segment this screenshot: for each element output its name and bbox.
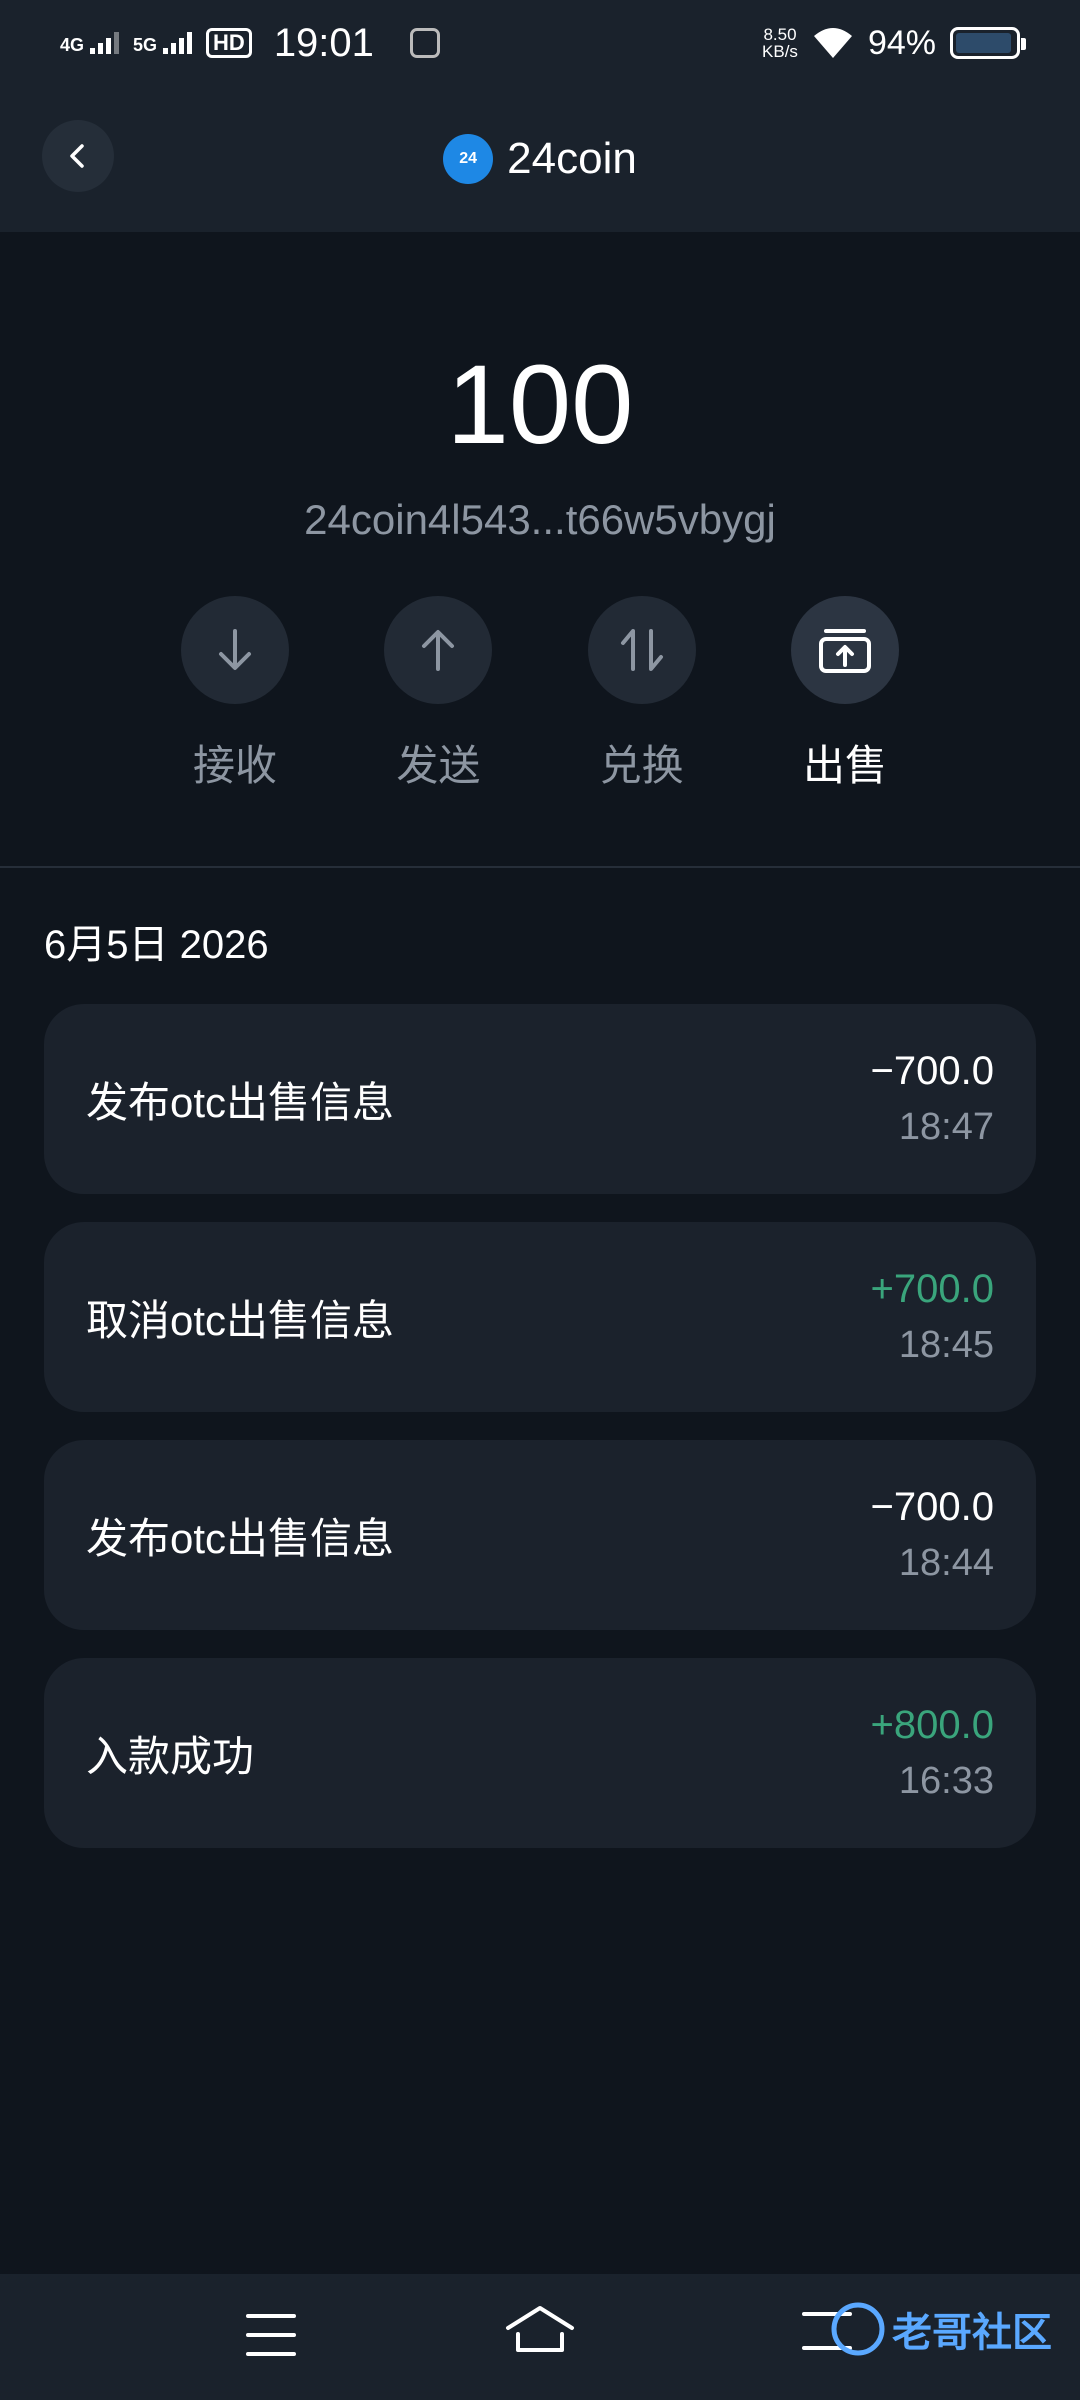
network-label-4g: 4G	[60, 35, 85, 55]
transaction-time: 16:33	[898, 1760, 994, 1802]
battery-percent: 94%	[867, 23, 936, 62]
transaction-item[interactable]: 入款成功 +800.0 16:33	[44, 1658, 1036, 1848]
sell-button[interactable]: 出售	[790, 596, 900, 793]
page-title: 24coin	[507, 134, 637, 183]
dragon-logo-icon	[831, 2302, 885, 2356]
notification-app-icon	[409, 28, 440, 58]
signal-bars-icon	[163, 32, 193, 54]
home-icon[interactable]	[504, 2304, 576, 2356]
swap-label: 兑换	[599, 742, 684, 789]
coin-logo-text: 24	[459, 150, 478, 167]
coin-logo-icon: 24	[443, 134, 494, 184]
arrow-up-icon	[422, 630, 455, 671]
transaction-meta: −700.0 18:44	[871, 1485, 994, 1585]
transaction-title: 发布otc出售信息	[86, 1078, 395, 1126]
hd-voice-badge: HD	[206, 28, 252, 58]
network-speed-value: 8.50	[763, 25, 797, 44]
transaction-amount: +700.0	[870, 1267, 994, 1311]
transaction-amount: −700.0	[870, 1049, 994, 1093]
receive-button[interactable]: 接收	[180, 596, 290, 793]
swap-button[interactable]: 兑换	[587, 596, 697, 793]
transaction-time: 18:44	[898, 1542, 994, 1584]
transaction-list: 发布otc出售信息 −700.0 18:47 取消otc出售信息 +700.0 …	[44, 1004, 1036, 1876]
status-left: 4G 5G HD 19:01	[60, 21, 440, 66]
transaction-item[interactable]: 取消otc出售信息 +700.0 18:45	[44, 1222, 1036, 1412]
title-group: 24 24coin	[443, 134, 637, 184]
transaction-item[interactable]: 发布otc出售信息 −700.0 18:47	[44, 1004, 1036, 1194]
status-right: 8.50 KB/s 94%	[762, 23, 1026, 63]
status-bar: 4G 5G HD 19:01 8.50 KB/s 94%	[0, 0, 1080, 86]
network-speed: 8.50 KB/s	[762, 26, 798, 60]
transaction-meta: +700.0 18:45	[871, 1267, 994, 1367]
send-circle	[384, 596, 493, 704]
swap-circle	[587, 596, 696, 704]
screen: 4G 5G HD 19:01 8.50 KB/s 94% 24 24coin 1…	[0, 0, 1080, 2400]
balance-amount: 100	[446, 342, 634, 467]
transaction-meta: +800.0 16:33	[871, 1703, 994, 1803]
back-button[interactable]	[42, 120, 114, 192]
app-header: 24 24coin	[0, 86, 1080, 232]
action-row: 接收 发送 兑换 出售	[180, 596, 900, 793]
transaction-title: 发布otc出售信息	[86, 1514, 395, 1562]
date-heading: 6月5日 2026	[44, 923, 269, 967]
arrow-down-icon	[219, 629, 251, 670]
wallet-address[interactable]: 24coin4l543...t66w5vbygj	[0, 496, 1080, 544]
transaction-amount: −700.0	[870, 1485, 994, 1529]
sell-box-icon	[818, 629, 871, 673]
wifi-icon	[813, 28, 852, 58]
sell-circle	[790, 596, 899, 704]
network-label-5g: 5G	[133, 35, 158, 55]
transaction-title: 入款成功	[86, 1732, 255, 1780]
chevron-left-icon	[70, 144, 84, 168]
watermark-text: 老哥社区	[892, 2311, 1052, 2355]
battery-icon	[950, 27, 1026, 59]
transaction-time: 18:47	[898, 1106, 994, 1148]
transaction-title: 取消otc出售信息	[86, 1296, 395, 1344]
receive-circle	[181, 596, 289, 704]
watermark: 老哥社区	[830, 2300, 1052, 2358]
transaction-time: 18:45	[898, 1324, 994, 1366]
status-time: 19:01	[273, 20, 374, 65]
transaction-amount: +800.0	[870, 1703, 994, 1747]
signal-4g: 4G	[60, 32, 120, 55]
network-speed-unit: KB/s	[762, 42, 798, 61]
menu-icon[interactable]	[246, 2312, 296, 2358]
send-button[interactable]: 发送	[383, 596, 493, 793]
signal-5g: 5G	[133, 32, 193, 55]
sell-label: 出售	[802, 742, 887, 789]
receive-label: 接收	[192, 742, 277, 789]
transaction-meta: −700.0 18:47	[871, 1049, 994, 1149]
signal-bars-icon	[90, 32, 120, 54]
swap-icon	[620, 629, 663, 671]
send-label: 发送	[396, 742, 481, 789]
section-divider	[0, 866, 1080, 868]
transaction-item[interactable]: 发布otc出售信息 −700.0 18:44	[44, 1440, 1036, 1630]
